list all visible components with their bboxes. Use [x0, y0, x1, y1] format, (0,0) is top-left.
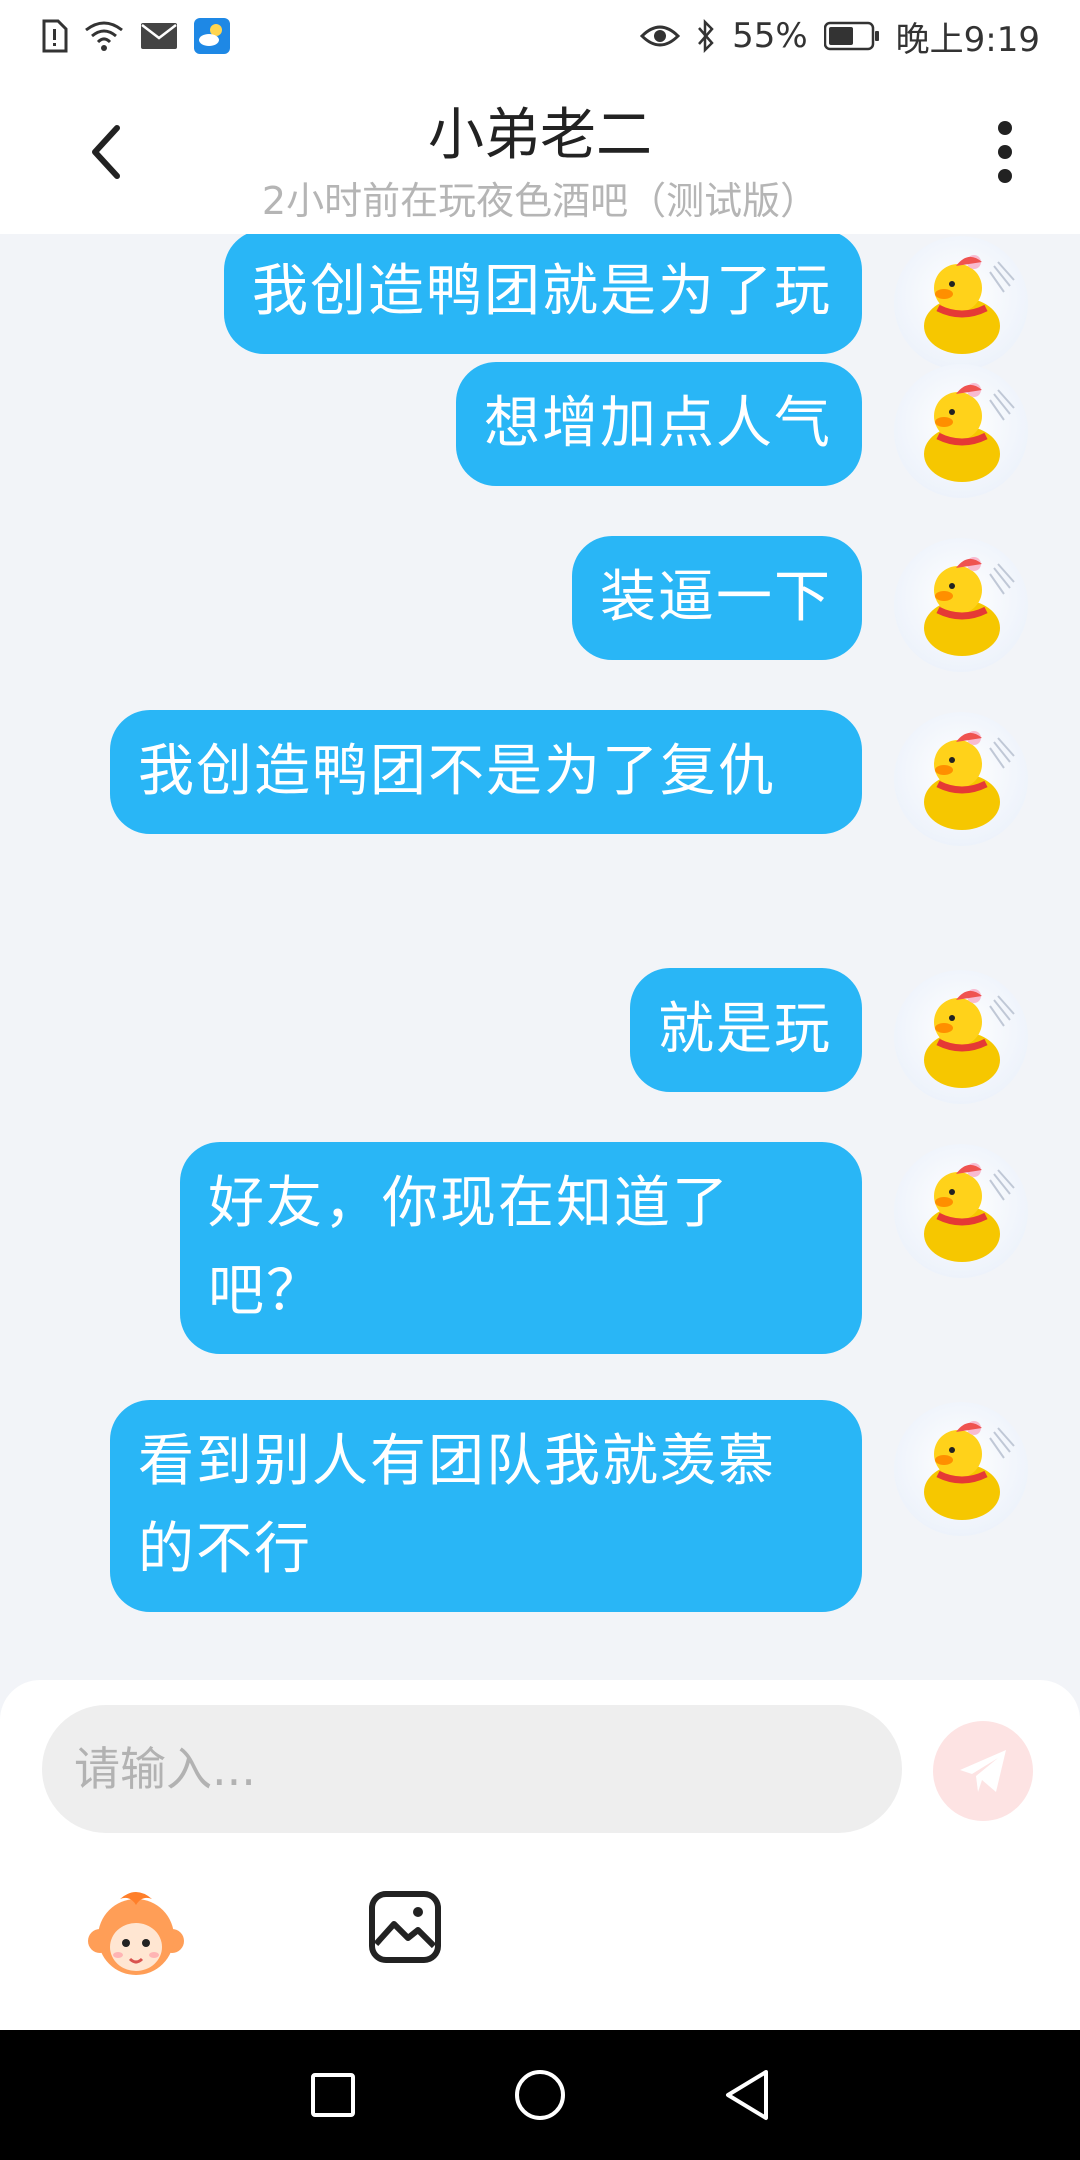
- eye-icon: [640, 22, 681, 50]
- duck-avatar-icon: [924, 557, 1015, 656]
- status-icons-right: 55% 晚上9:19: [640, 12, 1040, 61]
- user-avatar[interactable]: [894, 236, 1028, 370]
- emoji-button[interactable]: [86, 1885, 186, 1985]
- user-avatar[interactable]: [894, 364, 1028, 498]
- back-nav-button[interactable]: [712, 2060, 782, 2130]
- status-icons-left: [40, 18, 230, 54]
- chat-title: 小弟老二: [428, 103, 652, 168]
- chat-subtitle: 2小时前在玩夜色酒吧（测试版）: [261, 179, 819, 223]
- user-avatar[interactable]: [894, 712, 1028, 846]
- battery-percent: 55%: [732, 16, 808, 56]
- more-vertical-icon: [998, 121, 1012, 183]
- user-avatar[interactable]: [894, 538, 1028, 672]
- clock: 晚上9:19: [895, 19, 1040, 60]
- mail-icon: [140, 22, 178, 50]
- battery-icon: [823, 21, 880, 51]
- weather-app-icon: [194, 18, 230, 54]
- message-list[interactable]: 我创造鸭团就是为了玩 想增加点人气 装逼一下 我创造鸭团不是为了复仇 就是玩 好…: [0, 234, 1080, 1680]
- message-bubble[interactable]: 装逼一下: [572, 536, 862, 660]
- message-bubble[interactable]: 好友，你现在知道了吧？: [180, 1142, 862, 1354]
- triangle-back-icon: [725, 2070, 768, 2120]
- status-bar: 55% 晚上9:19: [0, 0, 1080, 72]
- duck-avatar-icon: [924, 989, 1015, 1088]
- user-avatar[interactable]: [894, 1402, 1028, 1536]
- duck-avatar-icon: [924, 383, 1015, 482]
- message-bubble[interactable]: 我创造鸭团不是为了复仇: [110, 710, 862, 834]
- duck-avatar-icon: [924, 731, 1015, 830]
- bluetooth-icon: [696, 19, 716, 53]
- wifi-icon: [84, 20, 124, 52]
- home-button[interactable]: [505, 2060, 575, 2130]
- message-bubble[interactable]: 想增加点人气: [456, 362, 862, 486]
- image-icon: [369, 1891, 441, 1963]
- sim-alert-icon: [40, 19, 68, 53]
- image-picker-button[interactable]: [368, 1890, 442, 1964]
- duck-avatar-icon: [924, 255, 1015, 354]
- send-icon: [960, 1750, 1006, 1792]
- message-composer: 请输入...: [0, 1680, 1080, 2030]
- chat-header: 小弟老二 2小时前在玩夜色酒吧（测试版）: [0, 72, 1080, 234]
- message-input[interactable]: 请输入...: [42, 1705, 902, 1833]
- duck-avatar-icon: [924, 1163, 1015, 1262]
- message-bubble[interactable]: 就是玩: [630, 968, 862, 1092]
- user-avatar[interactable]: [894, 970, 1028, 1104]
- duck-avatar-icon: [924, 1421, 1015, 1520]
- send-button[interactable]: [933, 1721, 1033, 1821]
- circle-icon: [514, 2070, 565, 2120]
- square-icon: [311, 2073, 356, 2117]
- more-options-button[interactable]: [970, 112, 1040, 192]
- user-avatar[interactable]: [894, 1144, 1028, 1278]
- system-nav-bar: [0, 2030, 1080, 2160]
- message-bubble[interactable]: 我创造鸭团就是为了玩: [224, 234, 862, 354]
- recent-apps-button[interactable]: [298, 2060, 368, 2130]
- message-bubble[interactable]: 看到别人有团队我就羡慕的不行: [110, 1400, 862, 1612]
- monkey-emoji-icon: [88, 1892, 184, 1975]
